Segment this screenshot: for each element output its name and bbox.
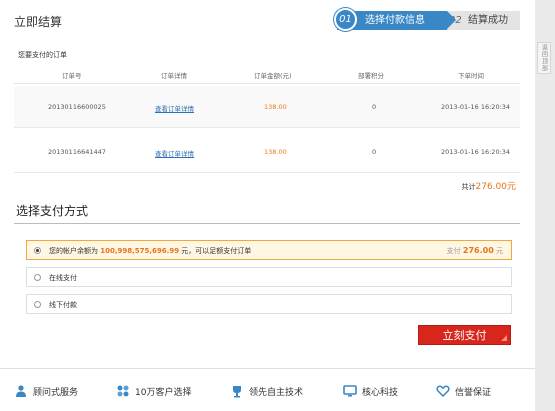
checkout-page: 立即结算 02 结算成功 01 选择付款信息 您要支付的订单 订单号 订单详情 … bbox=[0, 0, 535, 411]
order-time: 2013-01-16 16:20:34 bbox=[441, 103, 511, 111]
person-icon bbox=[16, 385, 26, 397]
step-1-number: 01 bbox=[334, 8, 357, 31]
feature-label: 信誉保证 bbox=[455, 387, 492, 398]
fan-icon bbox=[117, 385, 129, 397]
orders-panel: 您要支付的订单 订单号 订单详情 订单金额(元) 部署积分 下单时间 20130… bbox=[14, 44, 520, 194]
col-order-id: 订单号 bbox=[62, 72, 82, 80]
page-header: 立即结算 02 结算成功 01 选择付款信息 bbox=[0, 0, 535, 40]
col-order-detail: 订单详情 bbox=[161, 72, 187, 80]
section-divider bbox=[14, 223, 520, 224]
payment-section-title: 选择支付方式 bbox=[16, 204, 89, 218]
feature-tech: 领先自主技术 bbox=[230, 384, 303, 398]
feature-label: 核心科技 bbox=[362, 387, 399, 398]
page-title: 立即结算 bbox=[14, 15, 63, 29]
pay-now-button[interactable]: 立刻支付 bbox=[418, 325, 511, 345]
order-detail-link[interactable]: 查看订单详情 bbox=[155, 103, 194, 113]
online-radio[interactable] bbox=[34, 274, 41, 281]
order-detail-link[interactable]: 查看订单详情 bbox=[155, 148, 194, 158]
table-row: 20130116641447 查看订单详情 138.00 0 2013-01-1… bbox=[14, 131, 520, 173]
feature-credit: 信誉保证 bbox=[436, 384, 491, 398]
pay-unit: 元 bbox=[493, 247, 503, 255]
order-id: 20130116641447 bbox=[48, 148, 106, 156]
feature-consulting: 顾问式服务 bbox=[14, 384, 78, 398]
checkout-steps: 02 结算成功 01 选择付款信息 bbox=[334, 8, 520, 31]
monitor-icon bbox=[343, 385, 357, 397]
feature-customers: 10万客户选择 bbox=[116, 384, 191, 398]
online-label: 在线支付 bbox=[49, 274, 77, 282]
offline-radio[interactable] bbox=[34, 301, 41, 308]
order-amount: 138.00 bbox=[264, 103, 287, 111]
orders-title: 您要支付的订单 bbox=[18, 51, 67, 59]
step-1-label: 选择付款信息 bbox=[365, 15, 425, 26]
pay-label: 支付 bbox=[446, 247, 463, 255]
total-label: 共计 bbox=[461, 183, 476, 191]
trophy-icon bbox=[233, 386, 241, 398]
balance-text-pre: 您的帐户余额为 bbox=[49, 247, 101, 255]
balance-radio[interactable] bbox=[34, 247, 41, 254]
col-order-amount: 订单金额(元) bbox=[254, 72, 292, 80]
heart-icon bbox=[436, 385, 450, 398]
back-to-top-tab[interactable]: 返回顶部 bbox=[537, 42, 551, 74]
pay-option-online[interactable]: 在线支付 bbox=[26, 267, 512, 287]
feature-label: 顾问式服务 bbox=[33, 387, 79, 398]
col-order-time: 下单时间 bbox=[458, 72, 484, 80]
pay-option-balance[interactable]: 您的帐户余额为 100,998,575,696.99 元，可以足额支付订单 支付… bbox=[26, 240, 512, 260]
order-points: 0 bbox=[372, 103, 377, 111]
pay-value: 276.00 bbox=[462, 246, 494, 255]
balance-pay-amount: 支付 276.00 元 bbox=[447, 246, 503, 256]
orders-table-header: 订单号 订单详情 订单金额(元) 部署积分 下单时间 bbox=[14, 66, 520, 84]
balance-text-post: 元，可以足额支付订单 bbox=[179, 247, 252, 255]
balance-label: 您的帐户余额为 100,998,575,696.99 元，可以足额支付订单 bbox=[49, 246, 251, 256]
order-time: 2013-01-16 16:20:34 bbox=[441, 148, 511, 156]
step-2-label: 结算成功 bbox=[468, 15, 508, 26]
offline-label: 线下付款 bbox=[49, 301, 77, 309]
total-value: 276.00元 bbox=[475, 182, 517, 192]
table-row: 20130116600025 查看订单详情 138.00 0 2013-01-1… bbox=[14, 86, 520, 128]
pay-option-offline[interactable]: 线下付款 bbox=[26, 294, 512, 314]
feature-core-tech: 核心科技 bbox=[343, 384, 398, 398]
feature-label: 10万客户选择 bbox=[135, 387, 192, 398]
feature-label: 领先自主技术 bbox=[249, 387, 304, 398]
step-1: 01 选择付款信息 bbox=[334, 8, 456, 31]
order-id: 20130116600025 bbox=[48, 103, 106, 111]
order-points: 0 bbox=[372, 148, 377, 156]
order-amount: 138.00 bbox=[264, 148, 287, 156]
footer-features: 顾问式服务 10万客户选择 领先自主技术 核心科技 信誉保证 bbox=[0, 368, 535, 411]
order-total: 共计276.00元 bbox=[462, 179, 517, 192]
col-points: 部署积分 bbox=[358, 72, 384, 80]
balance-amount: 100,998,575,696.99 bbox=[100, 247, 180, 255]
